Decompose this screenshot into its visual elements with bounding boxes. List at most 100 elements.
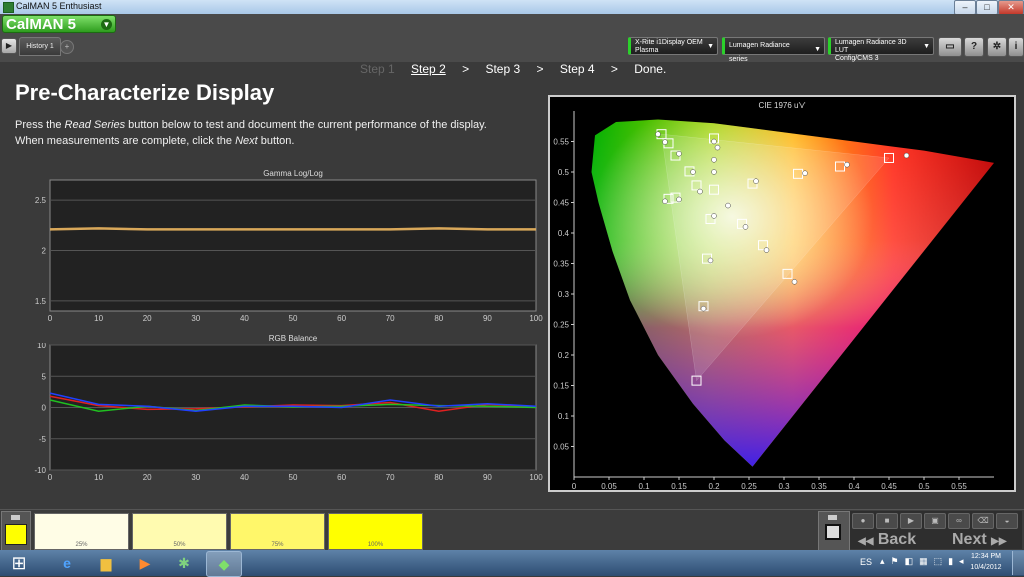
- window-title: CalMAN 5 Enthusiast: [16, 1, 102, 11]
- color-preview-panel: [1, 511, 31, 551]
- add-tab-icon[interactable]: +: [60, 40, 74, 54]
- gear-icon[interactable]: ✲: [987, 37, 1007, 57]
- sidebar-toggle-button[interactable]: ▶: [1, 38, 17, 54]
- x-tick-label: 10: [94, 473, 103, 482]
- measured-point: [655, 131, 661, 137]
- file-explorer-icon[interactable]: ▆: [89, 551, 123, 575]
- x-tick-label: 0.15: [671, 482, 687, 491]
- x-tick-label: 100: [529, 314, 543, 323]
- x-tick-label: 0.1: [638, 482, 650, 491]
- y-tick-label: -10: [34, 466, 46, 475]
- chevron-down-icon: ▼: [814, 46, 821, 53]
- x-tick-label: 0.45: [881, 482, 897, 491]
- x-tick-label: 60: [337, 314, 346, 323]
- stop-button[interactable]: [818, 511, 850, 551]
- next-arrow-icon: ▶▶: [991, 536, 1007, 547]
- settings-icon[interactable]: ◒: [996, 513, 1018, 529]
- calman-taskbar-icon[interactable]: ◆: [206, 551, 242, 577]
- measured-point: [725, 202, 731, 209]
- step-3[interactable]: Step 3: [485, 62, 520, 76]
- network-app-icon[interactable]: ✱: [167, 551, 201, 575]
- clock-time: 12:34 PM: [971, 553, 1001, 560]
- step-4[interactable]: Step 4: [560, 62, 595, 76]
- y-tick-label: 0.1: [558, 412, 570, 421]
- maximize-button[interactable]: □: [976, 0, 998, 15]
- step-2[interactable]: Step 2: [411, 62, 446, 76]
- y-tick-label: -5: [39, 435, 47, 444]
- patch-swatch[interactable]: 100%: [328, 513, 423, 550]
- patch-swatch[interactable]: 25%: [34, 513, 129, 550]
- x-tick-label: 0.5: [918, 482, 930, 491]
- measured-point: [676, 150, 682, 157]
- close-button[interactable]: ✕: [998, 0, 1024, 15]
- play-icon[interactable]: ▶: [900, 513, 922, 529]
- measured-point: [711, 138, 717, 145]
- tray-icons[interactable]: ▴⚑◧▦⬚▮◂: [880, 556, 970, 567]
- chevron-down-icon: ▼: [101, 19, 112, 30]
- stop-icon: [825, 524, 841, 540]
- start-button[interactable]: ⊞: [4, 550, 34, 576]
- page-title: Pre-Characterize Display: [15, 80, 275, 105]
- info-icon[interactable]: i: [1008, 37, 1024, 57]
- back-button[interactable]: ◀◀ Back: [858, 531, 916, 549]
- patch-swatch-label: 50%: [173, 542, 186, 548]
- rgb-balance-chart: -10-505100 10 20 30 40 50 60 70 80 90 100: [34, 343, 543, 482]
- delete-icon[interactable]: ⌫: [972, 513, 994, 529]
- display-device-mode: Config/CMS 3: [835, 55, 879, 62]
- measured-point: [676, 196, 682, 203]
- measured-point: [711, 157, 717, 163]
- y-tick-label: 10: [37, 343, 46, 350]
- calman-logo[interactable]: CalMAN 5 ▼: [2, 15, 116, 33]
- x-tick-label: 80: [434, 314, 443, 323]
- tab-history-1[interactable]: History 1: [19, 37, 61, 56]
- record-icon[interactable]: ●: [852, 513, 874, 529]
- patch-swatch[interactable]: 50%: [132, 513, 227, 550]
- show-desktop-button[interactable]: [1012, 551, 1024, 575]
- x-tick-label: 30: [191, 473, 200, 482]
- display-device-button[interactable]: Lumagen Radiance 3D LUT Config/CMS 3 ▼: [828, 37, 934, 62]
- next-button[interactable]: Next ▶▶: [952, 531, 1007, 549]
- x-tick-label: 20: [143, 314, 152, 323]
- y-tick-label: 0.25: [553, 321, 569, 330]
- x-tick-label: 10: [94, 314, 103, 323]
- eye-icon: [11, 515, 20, 520]
- x-tick-label: 40: [240, 473, 249, 482]
- source-device-name: Lumagen Radiance series: [729, 42, 790, 63]
- minimize-button[interactable]: –: [954, 0, 976, 15]
- app-icon: [3, 2, 14, 13]
- stop-icon[interactable]: ■: [876, 513, 898, 529]
- x-tick-label: 0.25: [741, 482, 757, 491]
- loop-icon[interactable]: ∞: [948, 513, 970, 529]
- help-icon[interactable]: ?: [964, 37, 984, 57]
- display-device-name: Lumagen Radiance 3D LUT: [835, 39, 907, 54]
- clock-date: 10/4/2012: [970, 564, 1002, 571]
- y-tick-label: 0.55: [553, 138, 569, 147]
- measured-point: [711, 213, 717, 219]
- media-player-icon[interactable]: ▶: [128, 551, 162, 575]
- y-tick-label: 0.5: [558, 168, 570, 177]
- x-tick-label: 0: [48, 473, 53, 482]
- plot-area: [49, 179, 537, 312]
- x-tick-label: 50: [289, 473, 298, 482]
- measured-point: [802, 170, 808, 176]
- gamma-chart: 1.5 2 2.5 0 10 20 30 40 50 60 70 80 90 100: [35, 179, 543, 323]
- save-icon[interactable]: ▣: [924, 513, 946, 529]
- measured-point: [844, 161, 850, 168]
- step-done[interactable]: Done.: [634, 62, 666, 76]
- eye-icon: [828, 515, 837, 520]
- internet-explorer-icon[interactable]: e: [50, 551, 84, 575]
- read-series-term: Read Series: [64, 119, 126, 131]
- measured-point: [714, 144, 721, 151]
- series-line-0: [49, 227, 536, 231]
- meter-device-button[interactable]: X-Rite i1Display OEM Plasma ▼: [628, 37, 718, 55]
- language-indicator[interactable]: ES: [860, 557, 872, 567]
- measured-point: [763, 247, 770, 253]
- x-tick-label: 70: [386, 314, 395, 323]
- instructions-line-2: When measurements are complete, click th…: [15, 135, 294, 147]
- patch-swatch-label: 25%: [75, 542, 88, 548]
- step-1[interactable]: Step 1: [360, 62, 395, 76]
- monitor-icon[interactable]: ▭: [938, 37, 962, 57]
- next-term: Next: [235, 135, 258, 147]
- patch-swatch[interactable]: 75%: [230, 513, 325, 550]
- source-device-button[interactable]: Lumagen Radiance series ▼: [722, 37, 825, 63]
